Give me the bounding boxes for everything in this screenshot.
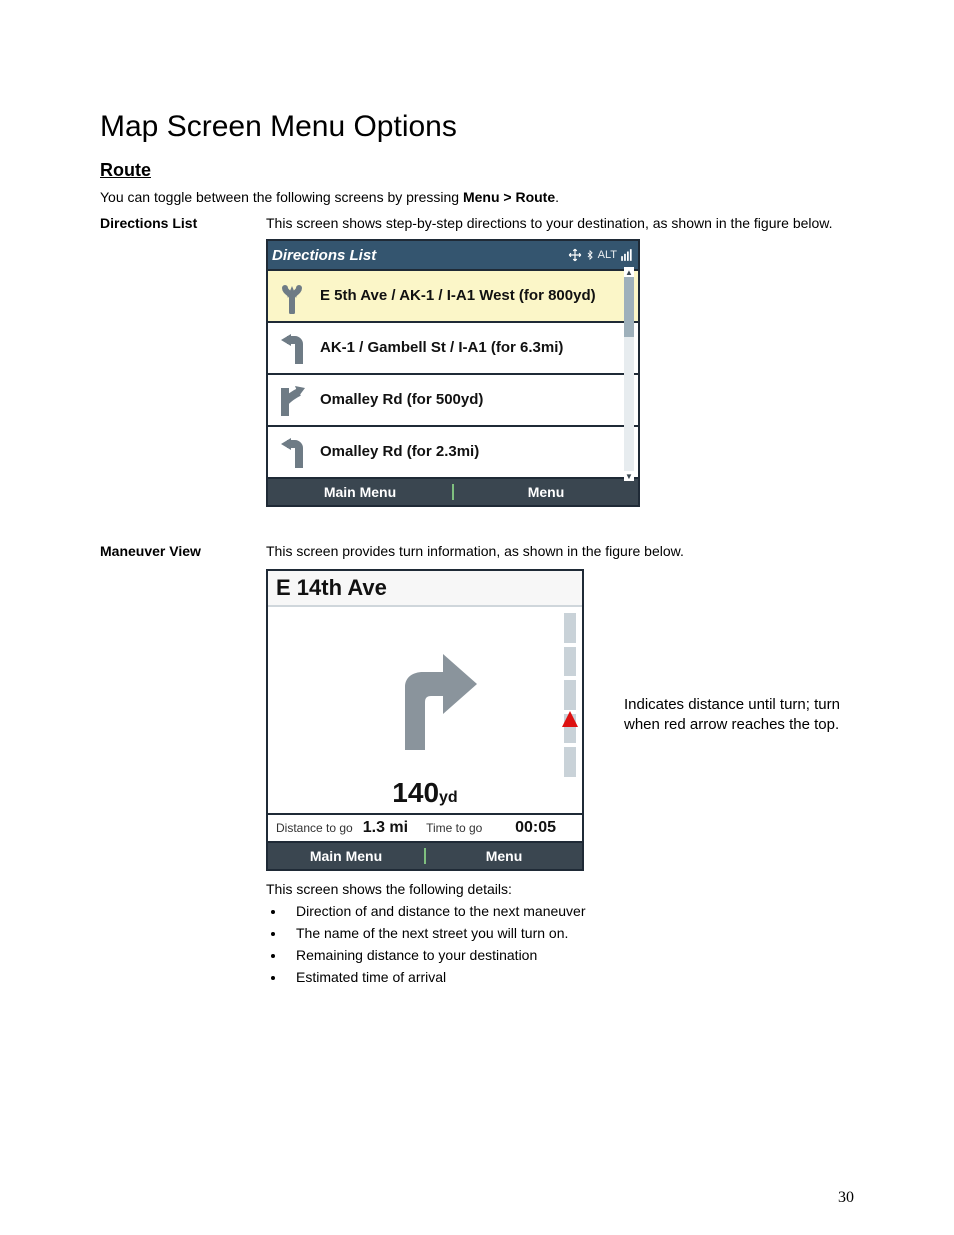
term-maneuver-view: Maneuver View: [100, 543, 266, 559]
status-alt-label: ALT: [598, 249, 617, 261]
details-item: Remaining distance to your destination: [286, 947, 854, 963]
footer-main-menu-button[interactable]: Main Menu: [268, 479, 452, 505]
maneuver-street-name: E 14th Ave: [268, 571, 582, 607]
time-to-go-value: 00:05: [515, 819, 556, 837]
time-to-go-label: Time to go: [426, 821, 482, 835]
turn-right-icon: [365, 642, 485, 752]
route-intro-bold: Menu > Route: [463, 189, 555, 205]
figure-maneuver-view: E 14th Ave 140yd Distanc: [266, 569, 584, 871]
footer-menu-button[interactable]: Menu: [426, 843, 582, 869]
ramp-right-icon: [277, 382, 307, 418]
directions-list-header-title: Directions List: [272, 247, 376, 264]
distance-to-go-label: Distance to go: [276, 821, 353, 835]
footer-menu-button[interactable]: Menu: [454, 479, 638, 505]
merge-icon: [277, 278, 307, 314]
details-item: The name of the next street you will tur…: [286, 925, 854, 941]
maneuver-canvas: [268, 607, 582, 787]
figure-directions-list: Directions List ALT: [266, 239, 640, 507]
turn-progress-bar: [564, 613, 576, 781]
desc-maneuver-view: This screen provides turn information, a…: [266, 543, 854, 559]
details-list: Direction of and distance to the next ma…: [266, 903, 854, 985]
maneuver-info-bar: Distance to go 1.3 mi Time to go 00:05: [268, 813, 582, 841]
direction-row-text: AK-1 / Gambell St / I-A1 (for 6.3mi): [316, 333, 638, 362]
desc-directions-list: This screen shows step-by-step direction…: [266, 215, 854, 231]
directions-list-footer: Main Menu Menu: [268, 477, 638, 505]
distance-to-go-value: 1.3 mi: [363, 819, 408, 837]
page-title: Map Screen Menu Options: [100, 110, 854, 144]
turn-left-icon: [277, 330, 307, 366]
maneuver-distance-unit: yd: [439, 789, 458, 806]
page-number: 30: [838, 1189, 854, 1207]
bluetooth-icon: [585, 248, 595, 262]
directions-list-header: Directions List ALT: [268, 241, 638, 269]
route-intro-suffix: .: [555, 189, 559, 205]
move-icon: [568, 248, 582, 262]
direction-row-text: Omalley Rd (for 500yd): [316, 385, 638, 414]
direction-row[interactable]: Omalley Rd (for 500yd): [268, 373, 638, 425]
route-intro-prefix: You can toggle between the following scr…: [100, 189, 463, 205]
details-intro: This screen shows the following details:: [266, 881, 854, 897]
scroll-thumb[interactable]: [624, 277, 634, 337]
details-item: Estimated time of arrival: [286, 969, 854, 985]
direction-row-text: Omalley Rd (for 2.3mi): [316, 437, 638, 466]
scroll-up-icon[interactable]: ▲: [624, 267, 634, 277]
route-intro: You can toggle between the following scr…: [100, 189, 854, 205]
direction-row[interactable]: E 5th Ave / AK-1 / I-A1 West (for 800yd): [268, 269, 638, 321]
status-bar: ALT: [568, 248, 634, 262]
direction-row[interactable]: Omalley Rd (for 2.3mi): [268, 425, 638, 477]
direction-row[interactable]: AK-1 / Gambell St / I-A1 (for 6.3mi): [268, 321, 638, 373]
turn-left-icon: [277, 434, 307, 470]
term-directions-list: Directions List: [100, 215, 266, 231]
maneuver-footer: Main Menu Menu: [268, 841, 582, 869]
maneuver-caption: Indicates distance until turn; turn when…: [624, 695, 854, 736]
scrollbar[interactable]: ▲ ▼: [624, 267, 634, 481]
details-item: Direction of and distance to the next ma…: [286, 903, 854, 919]
progress-marker-icon: [561, 710, 579, 728]
footer-main-menu-button[interactable]: Main Menu: [268, 843, 424, 869]
signal-icon: [620, 248, 634, 262]
direction-row-text: E 5th Ave / AK-1 / I-A1 West (for 800yd): [316, 281, 638, 310]
section-heading-route: Route: [100, 160, 854, 181]
scroll-down-icon[interactable]: ▼: [624, 471, 634, 481]
